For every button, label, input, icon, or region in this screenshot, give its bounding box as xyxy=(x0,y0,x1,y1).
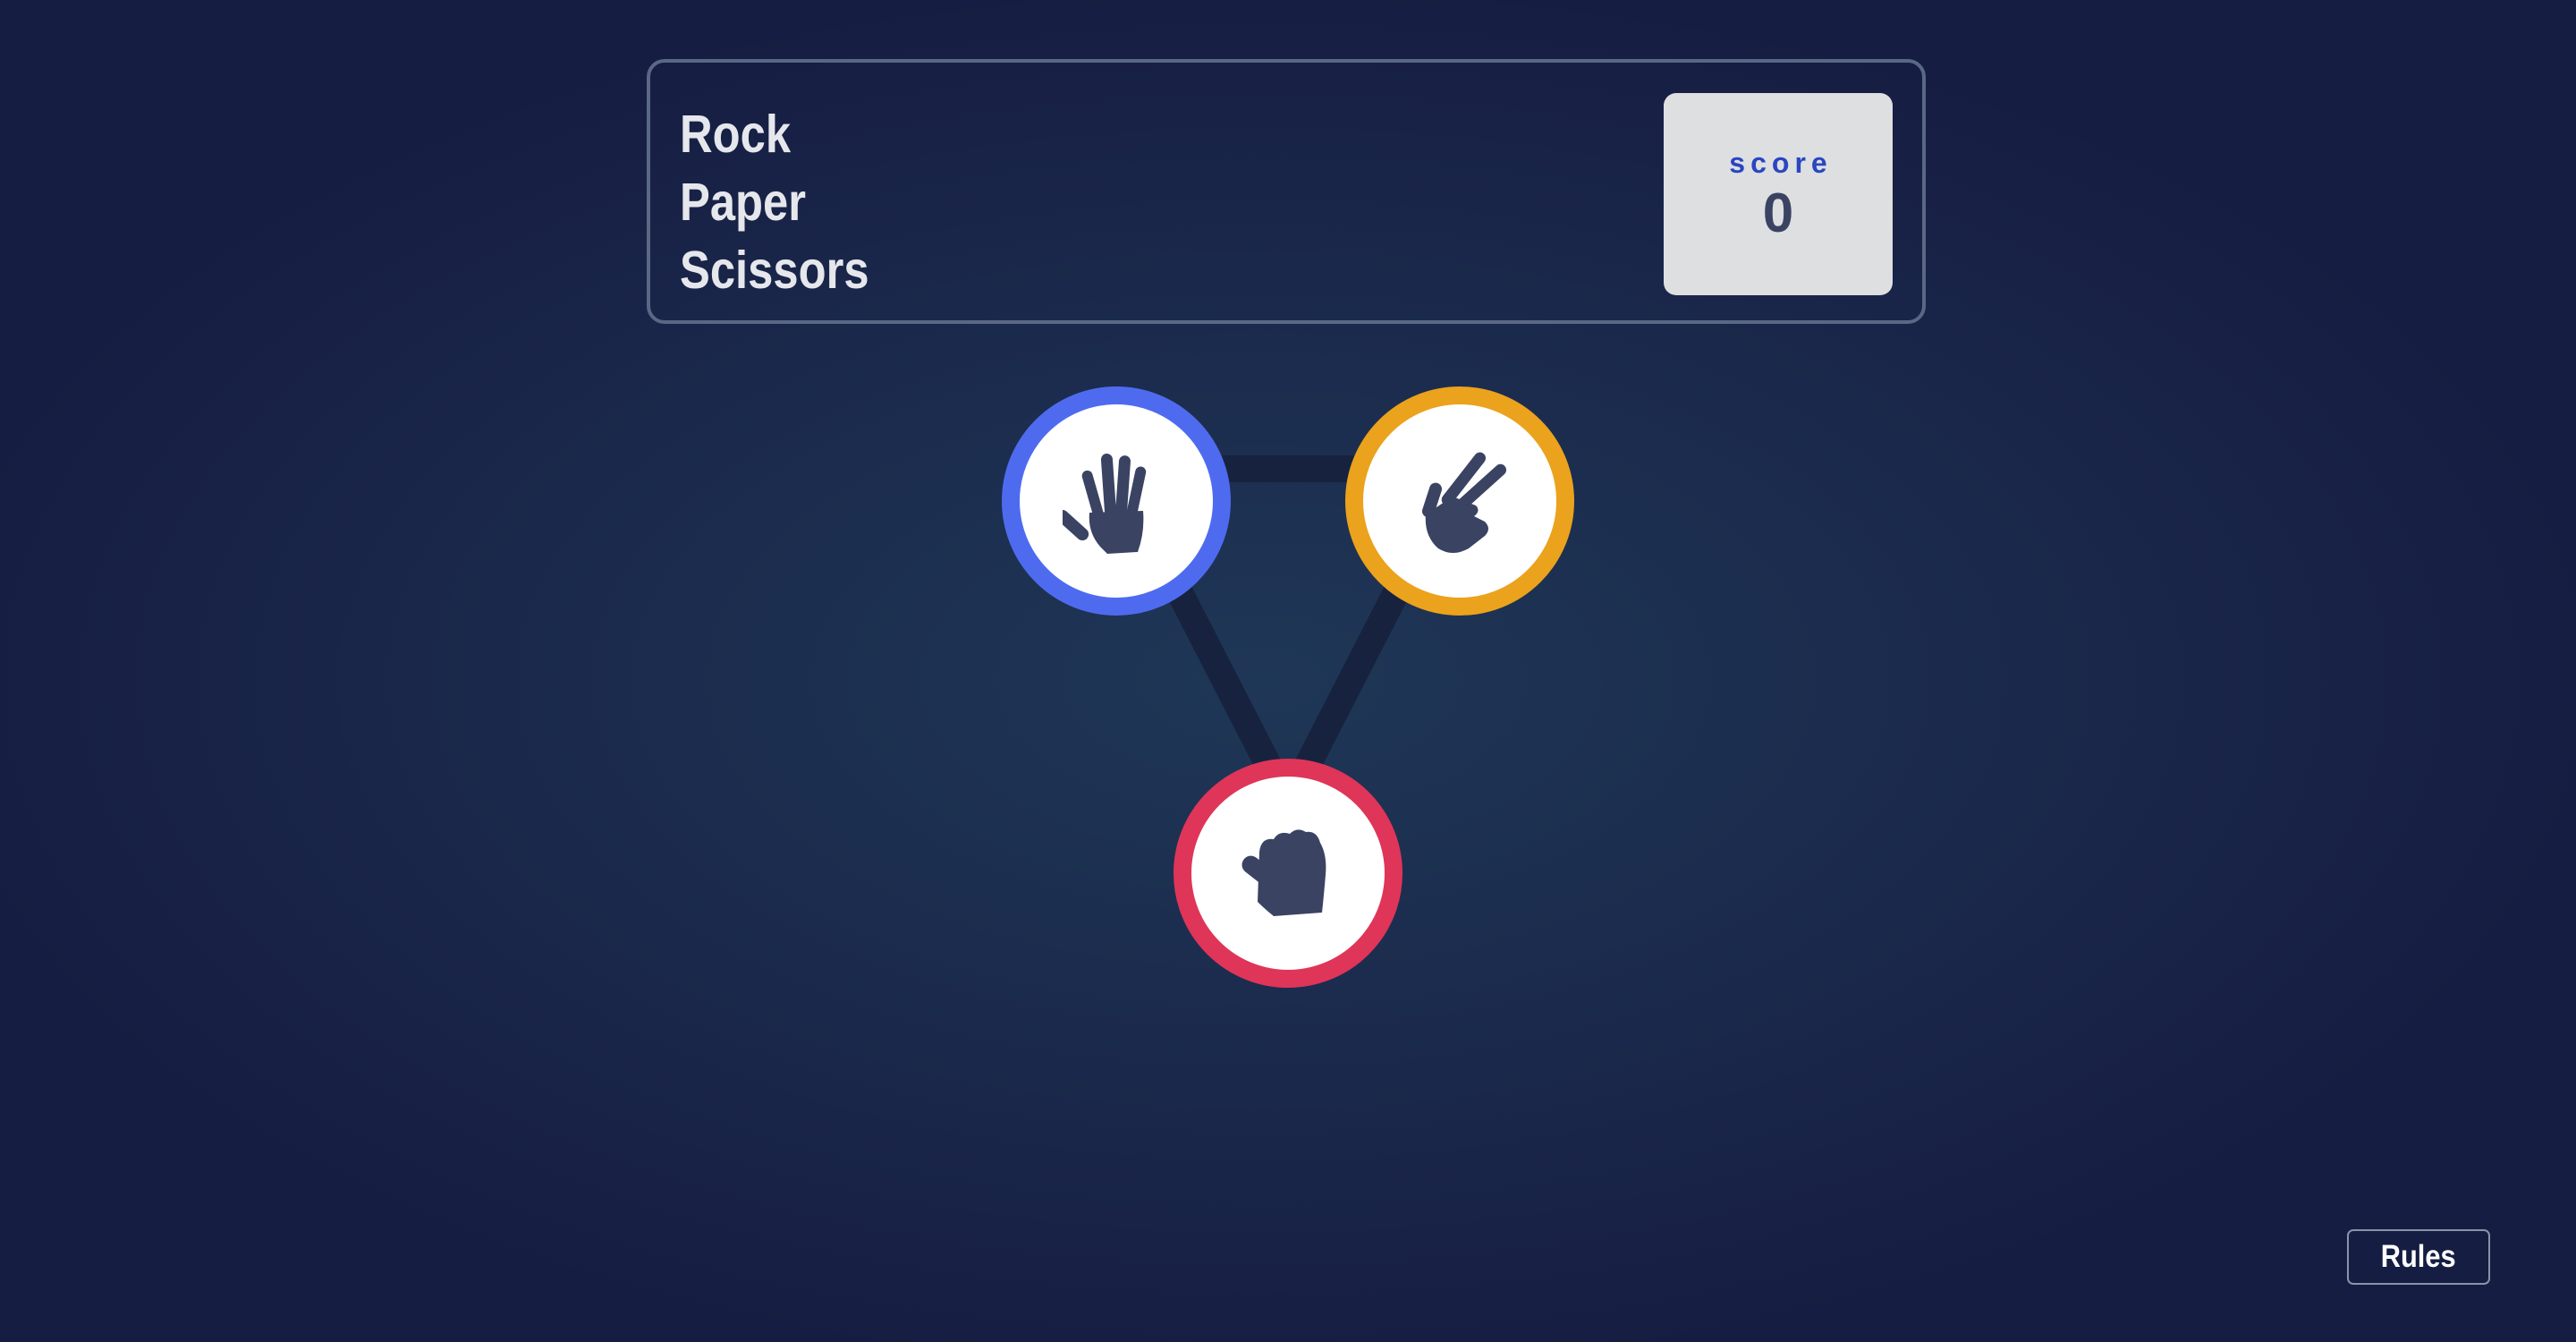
scissors-choice-button[interactable] xyxy=(1345,386,1574,616)
rock-choice-button[interactable] xyxy=(1174,759,1402,988)
paper-choice-button[interactable] xyxy=(1002,386,1231,616)
hand-fist-icon xyxy=(1241,829,1326,916)
triangle-background xyxy=(1103,455,1473,817)
rules-button-label: Rules xyxy=(2381,1239,2456,1274)
rules-button[interactable]: Rules xyxy=(2347,1229,2490,1285)
hand-scissors-icon xyxy=(1421,452,1507,553)
game-board xyxy=(0,0,2576,1342)
hand-open-icon xyxy=(1063,454,1147,554)
